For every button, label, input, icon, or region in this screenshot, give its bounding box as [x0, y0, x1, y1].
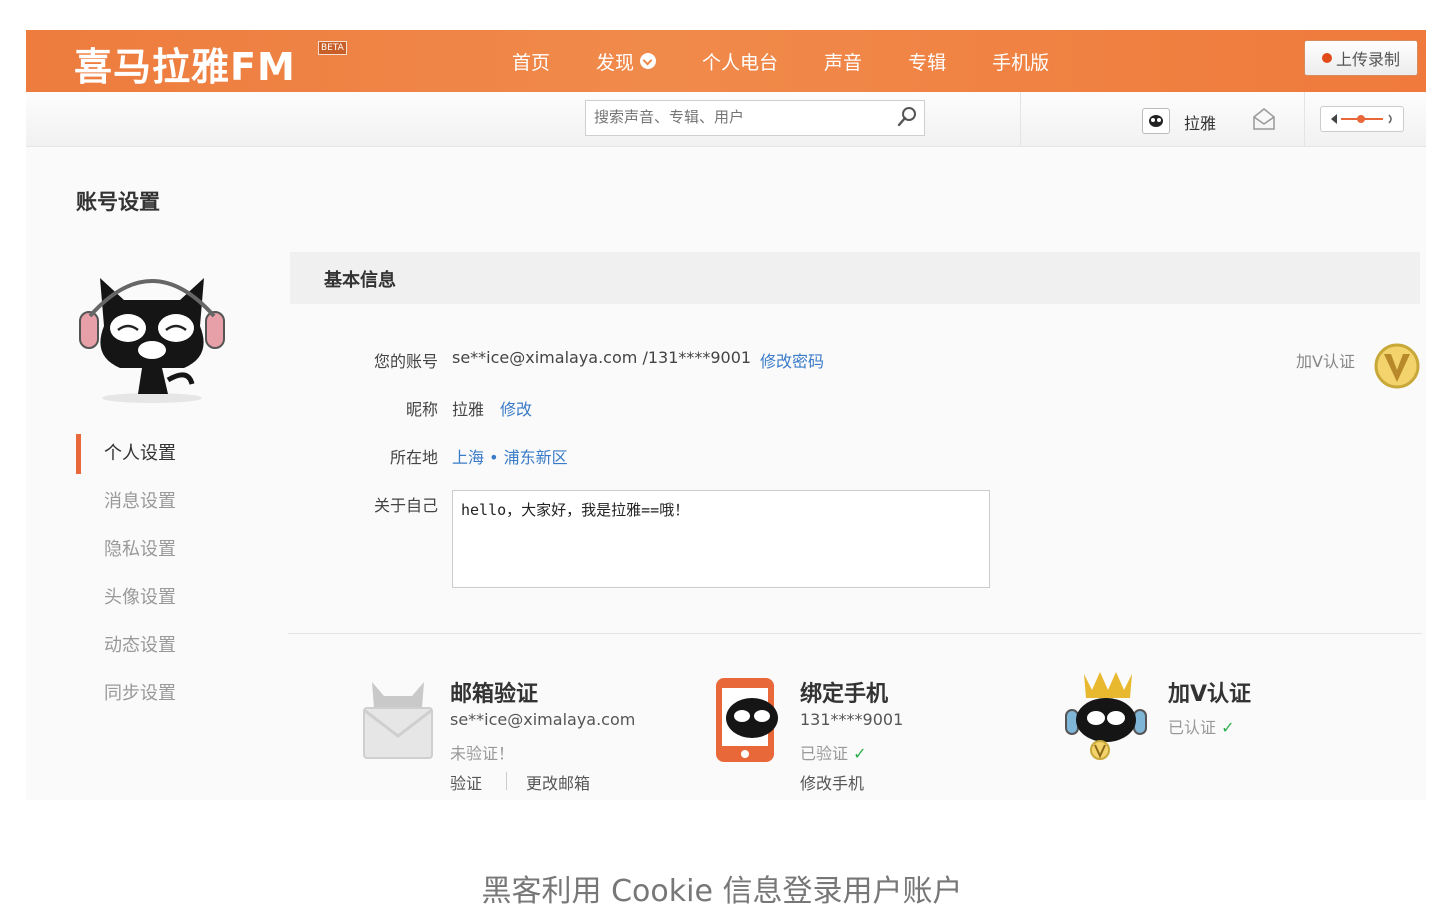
change-phone-link[interactable]: 修改手机 [800, 770, 864, 794]
email-address: se**ice@ximalaya.com [450, 710, 636, 729]
nav-home-label: 首页 [512, 51, 551, 74]
toolbar-divider [1304, 92, 1305, 146]
site-logo[interactable]: 喜马拉雅FM [74, 36, 296, 91]
nav-albums-label: 专辑 [908, 51, 947, 74]
nickname-value: 拉雅 [452, 400, 485, 419]
search-icon[interactable] [896, 106, 918, 128]
phone-icon [716, 678, 778, 762]
search-input[interactable] [586, 101, 884, 133]
email-status: 未验证！ [450, 744, 515, 763]
message-inbox-icon[interactable] [1250, 106, 1278, 132]
app-window: 喜马拉雅FM BETA 首页 发现 个人电台 声音 专辑 手机版 上传录制 搜索… [26, 30, 1426, 800]
section-divider [288, 633, 1422, 634]
v-status-label: 已认证 [1168, 718, 1217, 737]
nav-discover[interactable]: 发现 [596, 48, 657, 75]
upload-record-label: 上传录制 [1335, 50, 1400, 69]
nav-mobile-label: 手机版 [992, 51, 1050, 74]
phone-status-label: 已验证 [800, 744, 849, 763]
account-label: 您的账号 [373, 352, 438, 371]
phone-status: 已验证 ✓ [800, 740, 867, 764]
sub-toolbar: 拉雅 [26, 92, 1426, 147]
image-caption: 黑客利用 Cookie 信息登录用户账户 [481, 874, 963, 909]
section-title: 基本信息 [324, 270, 396, 291]
v-badge-icon[interactable] [1372, 342, 1422, 390]
location-link[interactable]: 上海 • 浦东新区 [452, 444, 568, 468]
record-dot-icon [1321, 53, 1332, 63]
v-card-title: 加V认证 [1168, 682, 1252, 707]
change-password-link[interactable]: 修改密码 [760, 348, 824, 372]
crowned-cat-icon [1065, 672, 1147, 760]
nav-sounds[interactable]: 声音 [824, 48, 862, 75]
main-nav: 首页 发现 个人电台 声音 专辑 手机版 [512, 30, 1095, 92]
toolbar-divider [1020, 92, 1021, 146]
top-nav-bar: 喜马拉雅FM BETA 首页 发现 个人电台 声音 专辑 手机版 上传录制 [26, 30, 1426, 92]
sidebar-item-activity[interactable]: 动态设置 [76, 622, 176, 670]
phone-number: 131****9001 [800, 710, 904, 729]
v-status: 已认证 ✓ [1168, 714, 1235, 738]
edit-nickname-link[interactable]: 修改 [500, 396, 532, 420]
volume-slider[interactable] [1320, 106, 1404, 132]
nav-albums[interactable]: 专辑 [908, 48, 946, 75]
change-email-link[interactable]: 更改邮箱 [526, 770, 590, 794]
upload-record-button[interactable]: 上传录制 [1304, 40, 1418, 76]
search-box [585, 100, 925, 136]
about-textarea[interactable]: hello，大家好，我是拉雅==哦！ [452, 490, 990, 588]
basic-info-header: 基本信息 [290, 252, 1420, 304]
nav-personal-radio[interactable]: 个人电台 [702, 48, 778, 75]
sidebar-item-avatar[interactable]: 头像设置 [76, 574, 176, 622]
about-label: 关于自己 [373, 496, 438, 515]
v-cert-label[interactable]: 加V认证 [1296, 348, 1355, 372]
nav-discover-label: 发现 [596, 51, 635, 74]
link-separator [506, 772, 507, 790]
nickname-label: 昵称 [405, 400, 438, 419]
volume-icon [1331, 114, 1392, 124]
sidebar-item-personal[interactable]: 个人设置 [76, 430, 176, 478]
location-label: 所在地 [389, 448, 438, 467]
chevron-down-icon [640, 53, 657, 69]
current-username[interactable]: 拉雅 [1184, 110, 1216, 134]
email-card-title: 邮箱验证 [450, 682, 539, 707]
sidebar-item-privacy[interactable]: 隐私设置 [76, 526, 176, 574]
sidebar-item-messages[interactable]: 消息设置 [76, 478, 176, 526]
page-title: 账号设置 [76, 190, 160, 214]
user-menu-icon[interactable] [1142, 108, 1170, 134]
nav-sounds-label: 声音 [824, 51, 863, 74]
beta-badge: BETA [318, 41, 347, 55]
nav-home[interactable]: 首页 [512, 48, 550, 75]
settings-sidebar: 个人设置 消息设置 隐私设置 头像设置 动态设置 同步设置 [76, 430, 176, 718]
sidebar-item-sync[interactable]: 同步设置 [76, 670, 176, 718]
nav-personal-radio-label: 个人电台 [702, 51, 779, 74]
check-icon: ✓ [853, 744, 867, 763]
email-envelope-icon [363, 682, 433, 759]
verify-email-link[interactable]: 验证 [450, 770, 482, 794]
check-icon: ✓ [1221, 718, 1235, 737]
nav-mobile[interactable]: 手机版 [992, 48, 1049, 75]
avatar[interactable] [72, 256, 232, 406]
phone-card-title: 绑定手机 [800, 682, 889, 707]
account-value: se**ice@ximalaya.com /131****9001 [452, 348, 752, 367]
